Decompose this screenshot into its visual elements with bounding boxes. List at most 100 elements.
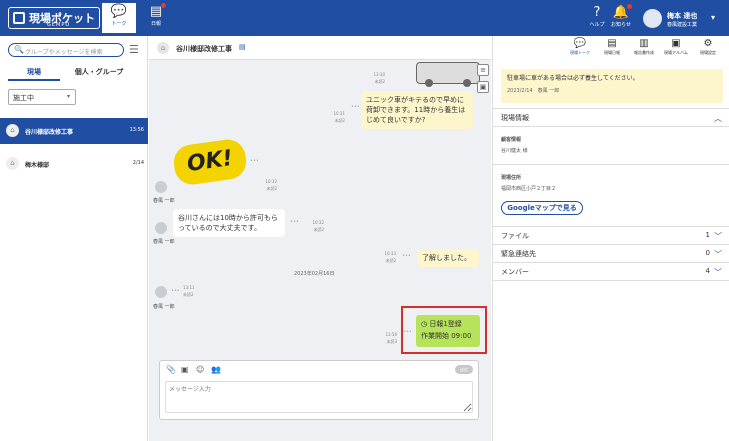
tab-label: 現場設定 (700, 50, 716, 55)
tab-site[interactable]: 現場 (8, 67, 60, 77)
divider (493, 280, 729, 281)
smiley-icon[interactable]: ☺ (196, 365, 204, 374)
divider (493, 244, 729, 245)
message-input[interactable] (165, 381, 473, 413)
message-time: 10:32 (265, 179, 277, 184)
message-read: 未読2 (385, 258, 396, 263)
tab-site-daily[interactable]: ▤ 現場日報 (597, 38, 627, 56)
emergency-count: 0 (705, 249, 710, 257)
image-icon[interactable]: ▣ (477, 81, 489, 93)
notice-author: 春風 一郎 (537, 88, 560, 94)
divider (493, 126, 729, 127)
date-separator: 2023年02月16日 (294, 271, 335, 277)
project-item[interactable]: ⌂ 梅木様邸 2/14 (0, 151, 148, 177)
message-time: 10:33 (384, 251, 396, 256)
more-icon[interactable]: ••• (402, 253, 411, 259)
paperclip-icon[interactable]: 📎 (166, 365, 176, 374)
project-time: 13:56 (129, 127, 144, 133)
image-icon[interactable]: ▣ (181, 365, 189, 374)
sender-name: 春風 一郎 (153, 304, 175, 310)
site-info-label: 現場情報 (501, 114, 529, 122)
nav-daily-label: 日報 (150, 21, 161, 27)
home-icon: ⌂ (6, 124, 19, 137)
tab-label: 報告書作成 (634, 50, 654, 55)
message-time: 10:31 (333, 111, 345, 116)
message-read: 未読2 (313, 227, 324, 232)
send-button[interactable]: 送信 (455, 365, 473, 374)
status-select-value: 施工中 (13, 94, 34, 102)
notice-meta: 2023/2/14 春風 一郎 (507, 87, 717, 94)
message-read: 未読3 (386, 339, 397, 344)
project-name: 谷川様邸改修工事 (25, 129, 74, 136)
tab-indicator (8, 79, 60, 81)
wheel (463, 79, 471, 87)
mention-icon[interactable]: 👥 (211, 365, 221, 374)
site-info-header[interactable]: 現場情報 ︿ (493, 113, 729, 123)
notice-text: 駐車場に車がある場合は必ず養生してください。 (507, 75, 639, 82)
address-label: 現場住所 (501, 175, 522, 181)
customer-value: 谷川健太 様 (501, 148, 528, 154)
search-placeholder: グループやメッセージを検索 (25, 49, 103, 56)
menu-icon[interactable]: ☰ (129, 43, 139, 56)
document-icon: ▤ (607, 38, 617, 49)
more-icon[interactable]: ••• (351, 104, 360, 110)
pinned-notice[interactable]: 駐車場に車がある場合は必ず養生してください。 2023/2/14 春風 一郎 (501, 69, 723, 103)
message-meta: 10:33 未読2 (374, 250, 396, 264)
document-icon[interactable]: ▤ (239, 43, 246, 51)
message-time: 13:30 (373, 72, 385, 77)
nav-daily-button[interactable]: ▤ 日報 (139, 3, 173, 33)
nav-talk-button[interactable]: 💬 トーク (102, 3, 136, 33)
more-icon[interactable]: ••• (250, 158, 259, 164)
tab-personal-group[interactable]: 個人・グループ (64, 67, 134, 77)
members-count: 4 (705, 267, 710, 275)
tab-album[interactable]: ▣ 現場アルバム (661, 38, 691, 56)
status-select[interactable]: 施工中 ▾ (8, 89, 76, 105)
chevron-down-icon: ▾ (67, 93, 71, 100)
sender-avatar (155, 286, 167, 298)
project-name: 梅木様邸 (25, 162, 50, 169)
emergency-row[interactable]: 緊急連絡先 0 ﹀ (493, 249, 729, 259)
project-time: 2/14 (132, 160, 144, 166)
files-row[interactable]: ファイル 1 ﹀ (493, 231, 729, 241)
file-icon: ▥ (639, 38, 649, 49)
user-menu[interactable]: 梅本 達也 春風建設工業 ▾ (643, 8, 725, 30)
tab-site-talk[interactable]: 💬 現場トーク (565, 38, 595, 56)
album-icon: ▣ (671, 38, 681, 49)
search-input[interactable]: 🔍 グループやメッセージを検索 (8, 43, 124, 57)
ok-sticker: OK! (171, 137, 249, 187)
sender-name: 春風 一郎 (153, 239, 175, 245)
divider (493, 164, 729, 165)
tab-report[interactable]: ▥ 報告書作成 (629, 38, 659, 56)
message-meta: 10:32 未読2 (302, 219, 324, 233)
message-meta: 13:56 未読3 (375, 331, 397, 345)
chevron-down-icon: ▾ (711, 13, 716, 22)
logo-mark-icon (13, 12, 25, 24)
search-icon: 🔍 (14, 45, 24, 54)
user-name: 梅本 達也 (667, 12, 698, 20)
gear-icon: ⚙ (703, 38, 713, 49)
notice-unread-dot (627, 4, 632, 9)
divider (493, 262, 729, 263)
message-read: 未読2 (183, 292, 194, 297)
files-label: ファイル (501, 232, 529, 240)
user-company: 春風建設工業 (667, 22, 698, 28)
more-icon[interactable]: ••• (171, 288, 180, 294)
more-icon[interactable]: ••• (290, 219, 299, 225)
chevron-down-icon: ﹀ (714, 268, 722, 277)
chevron-down-icon: ﹀ (714, 250, 722, 259)
right-panel: 💬 現場トーク ▤ 現場日報 ▥ 報告書作成 ▣ 現場アルバム ⚙ 現場設定 駐… (492, 36, 729, 441)
app-logo[interactable]: 現場ポケット GEMPO (8, 7, 100, 29)
emergency-label: 緊急連絡先 (501, 250, 536, 258)
tab-settings[interactable]: ⚙ 現場設定 (693, 38, 723, 56)
tab-label: 現場トーク (570, 50, 590, 55)
sidebar: 🔍 グループやメッセージを検索 ☰ 現場 個人・グループ 施工中 ▾ ⌂ 谷川様… (0, 36, 148, 441)
message-bubble: 了解しました。 (417, 249, 479, 267)
message-time: 13:11 (183, 285, 195, 290)
google-maps-button[interactable]: Googleマップで見る (501, 201, 583, 215)
message-read: 未読2 (374, 79, 385, 84)
list-icon[interactable]: ≡ (477, 64, 489, 76)
compose-box: 📎 ▣ ☺ 👥 送信 (159, 360, 479, 420)
truck-image[interactable] (416, 62, 480, 87)
project-item[interactable]: ⌂ 谷川様邸改修工事 13:56 (0, 118, 148, 144)
members-row[interactable]: メンバー 4 ﹀ (493, 267, 729, 277)
